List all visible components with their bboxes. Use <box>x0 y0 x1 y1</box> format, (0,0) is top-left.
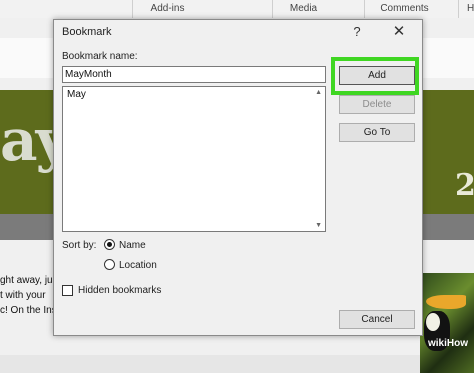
sort-location-label[interactable]: Location <box>119 260 157 271</box>
hidden-bookmarks-label[interactable]: Hidden bookmarks <box>78 285 161 296</box>
body-text-line-3: c! On the Ins <box>0 305 57 316</box>
list-item[interactable]: May <box>67 89 86 100</box>
help-icon[interactable]: ? <box>348 23 366 41</box>
tab-add-ins[interactable]: Add-ins <box>132 0 202 18</box>
scroll-up-icon[interactable]: ▲ <box>315 89 322 96</box>
wikihow-watermark: wikiHow <box>428 338 469 349</box>
sort-name-radio[interactable] <box>104 239 115 250</box>
dialog-title: Bookmark <box>62 26 112 38</box>
toucan-beak <box>426 295 466 309</box>
bookmark-list[interactable]: May ▲ ▼ <box>62 86 326 232</box>
sort-by-label: Sort by: <box>62 240 97 251</box>
bookmark-name-input[interactable]: MayMonth <box>62 66 326 83</box>
add-button-highlight <box>331 57 419 95</box>
close-icon[interactable]: ✕ <box>390 23 408 41</box>
go-to-button[interactable]: Go To <box>339 123 415 142</box>
hidden-bookmarks-checkbox[interactable] <box>62 285 73 296</box>
body-text-line-2: t with your <box>0 290 46 301</box>
sort-name-label[interactable]: Name <box>119 240 146 251</box>
tab-h[interactable]: H <box>458 0 474 18</box>
scroll-down-icon[interactable]: ▼ <box>315 222 322 229</box>
body-text-line-1: ght away, just <box>0 275 61 286</box>
sort-location-radio[interactable] <box>104 259 115 270</box>
ribbon-tabs-bar: Add-ins Media Comments H <box>0 0 474 19</box>
toucan-chest <box>426 313 440 331</box>
delete-button[interactable]: Delete <box>339 95 415 114</box>
cancel-button[interactable]: Cancel <box>339 310 415 329</box>
toucan-image <box>420 273 474 373</box>
banner-number-text: 2 <box>455 168 474 203</box>
bookmark-name-label: Bookmark name: <box>62 51 138 62</box>
tab-comments[interactable]: Comments <box>364 0 444 18</box>
tab-media[interactable]: Media <box>272 0 334 18</box>
radio-selected-dot <box>107 242 112 247</box>
